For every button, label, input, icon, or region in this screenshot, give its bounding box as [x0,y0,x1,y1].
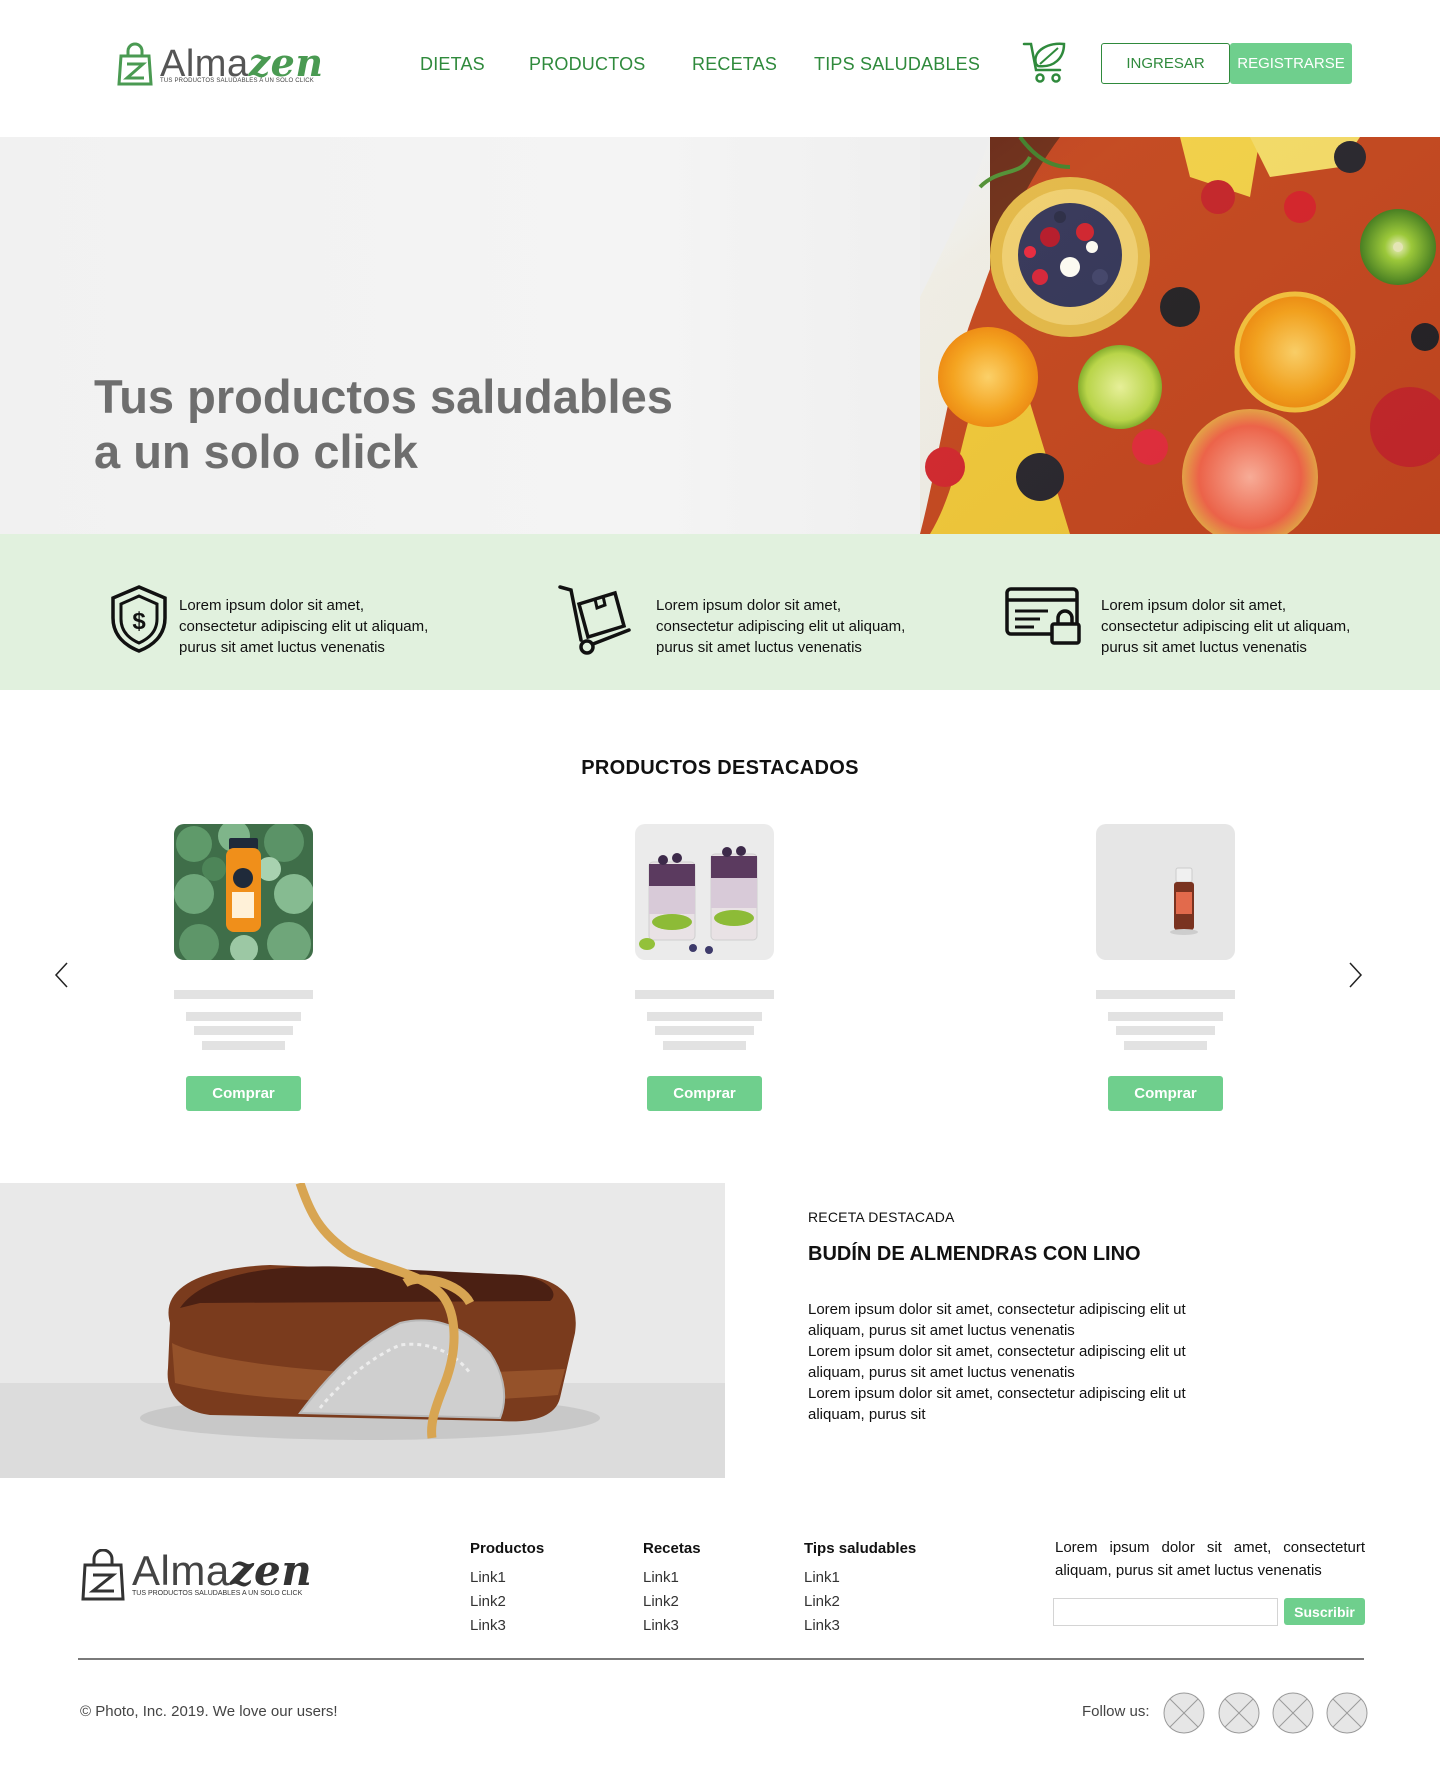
kiwi-parfait-image [635,824,774,960]
skeleton-line [1096,990,1235,999]
skeleton-line [202,1041,285,1050]
feature-line: consectetur adipiscing elit ut aliquam, [656,618,906,635]
nav-dietas[interactable]: DIETAS [420,54,485,75]
feature-line: consectetur adipiscing elit ut aliquam, [1101,618,1351,635]
footer-link[interactable]: Link1 [804,1566,916,1590]
follow-us-label: Follow us: [1082,1703,1150,1720]
feature-text: Lorem ipsum dolor sit amet, consectetur … [656,595,956,658]
social-placeholder-icon[interactable] [1218,1692,1260,1734]
recipe-line: aliquam, purus sit amet luctus venenatis [808,1322,1075,1339]
shopping-bag-logo-icon [117,42,153,86]
feature-line: consectetur adipiscing elit ut aliquam, [179,618,429,635]
header-logo[interactable]: Almazen TUS PRODUCTOS SALUDABLES A UN SO… [116,40,326,90]
hero-title: Tus productos saludables a un solo click [94,369,673,479]
skeleton-line [647,1012,762,1021]
footer-column-heading: Recetas [643,1540,701,1557]
oil-bottle-image [1096,824,1235,960]
feature-line: Lorem ipsum dolor sit amet, [656,597,842,614]
footer-logo[interactable]: Almazen TUS PRODUCTOS SALUDABLES A UN SO… [80,1546,340,1602]
nav-productos[interactable]: PRODUCTOS [529,54,645,75]
recipe-description: Lorem ipsum dolor sit amet, consectetur … [808,1299,1228,1425]
skeleton-line [1108,1012,1223,1021]
recipe-line: aliquam, purus sit amet luctus venenatis [808,1364,1075,1381]
footer-link[interactable]: Link3 [470,1614,544,1638]
feature-line: purus sit amet luctus venenatis [179,639,385,656]
features-band: $ Lorem ipsum dolor sit amet, consectetu… [0,534,1440,690]
footer-column-tips: Tips saludables Link1 Link2 Link3 [804,1540,916,1638]
brand-tagline: TUS PRODUCTOS SALUDABLES A UN SOLO CLICK [160,78,314,84]
buy-button[interactable]: Comprar [186,1076,301,1111]
feature-line: purus sit amet luctus venenatis [1101,639,1307,656]
site-header: Almazen TUS PRODUCTOS SALUDABLES A UN SO… [0,0,1440,137]
hero-title-line-2: a un solo click [94,425,418,478]
skeleton-line [655,1026,754,1035]
social-placeholder-icon[interactable] [1163,1692,1205,1734]
nav-recetas[interactable]: RECETAS [692,54,777,75]
newsletter-email-input[interactable] [1053,1598,1278,1626]
footer-column-recetas: Recetas Link1 Link2 Link3 [643,1540,701,1638]
shopping-bag-logo-icon [81,1549,125,1601]
feature-line: Lorem ipsum dolor sit amet, [1101,597,1287,614]
social-placeholder-icon[interactable] [1272,1692,1314,1734]
hand-truck-icon [558,585,631,655]
login-button[interactable]: INGRESAR [1101,43,1230,84]
recipe-title: BUDÍN DE ALMENDRAS CON LINO [808,1243,1141,1265]
skeleton-line [194,1026,293,1035]
subscribe-button[interactable]: Suscribir [1284,1598,1365,1625]
footer-link[interactable]: Link1 [470,1566,544,1590]
svg-text:$: $ [132,608,146,635]
footer-link[interactable]: Link1 [643,1566,701,1590]
chevron-left-icon[interactable] [52,960,72,990]
newsletter-text: Lorem ipsum dolor sit amet, consecteturt… [1055,1539,1365,1579]
leaf-cart-icon[interactable] [1022,40,1070,86]
skeleton-line [663,1041,746,1050]
feature-line: purus sit amet luctus venenatis [656,639,862,656]
buy-button[interactable]: Comprar [1108,1076,1223,1111]
skeleton-line [186,1012,301,1021]
juice-bottle-image [174,824,313,960]
footer-link[interactable]: Link2 [643,1590,701,1614]
nav-tips-saludables[interactable]: TIPS SALUDABLES [814,54,980,75]
register-button[interactable]: REGISTRARSE [1230,43,1352,84]
fruit-platter-image [920,137,1440,534]
footer-brand-tagline: TUS PRODUCTOS SALUDABLES A UN SOLO CLICK [132,1590,303,1597]
social-placeholder-icon[interactable] [1326,1692,1368,1734]
almond-cake-image [0,1183,725,1478]
footer-brand-name: Almazen [132,1546,313,1595]
feature-text: Lorem ipsum dolor sit amet, consectetur … [179,595,479,658]
footer-column-heading: Tips saludables [804,1540,917,1557]
footer-link[interactable]: Link3 [804,1614,916,1638]
buy-button[interactable]: Comprar [647,1076,762,1111]
hero-banner: Tus productos saludables a un solo click [0,137,1440,534]
footer-link[interactable]: Link2 [470,1590,544,1614]
skeleton-line [635,990,774,999]
footer-column-heading: Productos [470,1540,545,1557]
skeleton-line [174,990,313,999]
feature-text: Lorem ipsum dolor sit amet, consectetur … [1101,595,1401,658]
shield-dollar-icon: $ [111,585,167,653]
recipe-line: Lorem ipsum dolor sit amet, consectetur … [808,1343,1186,1360]
chevron-right-icon[interactable] [1345,960,1365,990]
footer-link[interactable]: Link2 [804,1590,916,1614]
recipe-line: Lorem ipsum dolor sit amet, consectetur … [808,1301,1186,1318]
skeleton-line [1124,1041,1207,1050]
hero-title-line-1: Tus productos saludables [94,370,673,423]
copyright-text: © Photo, Inc. 2019. We love our users! [80,1703,338,1720]
featured-products-title: PRODUCTOS DESTACADOS [581,757,859,779]
skeleton-line [1116,1026,1215,1035]
feature-line: Lorem ipsum dolor sit amet, [179,597,365,614]
footer-link[interactable]: Link3 [643,1614,701,1638]
footer-column-productos: Productos Link1 Link2 Link3 [470,1540,544,1638]
secure-card-icon [1005,587,1081,645]
recipe-line: aliquam, purus sit [808,1406,926,1423]
footer-divider [78,1658,1364,1660]
recipe-kicker: RECETA DESTACADA [808,1209,955,1225]
recipe-line: Lorem ipsum dolor sit amet, consectetur … [808,1385,1186,1402]
